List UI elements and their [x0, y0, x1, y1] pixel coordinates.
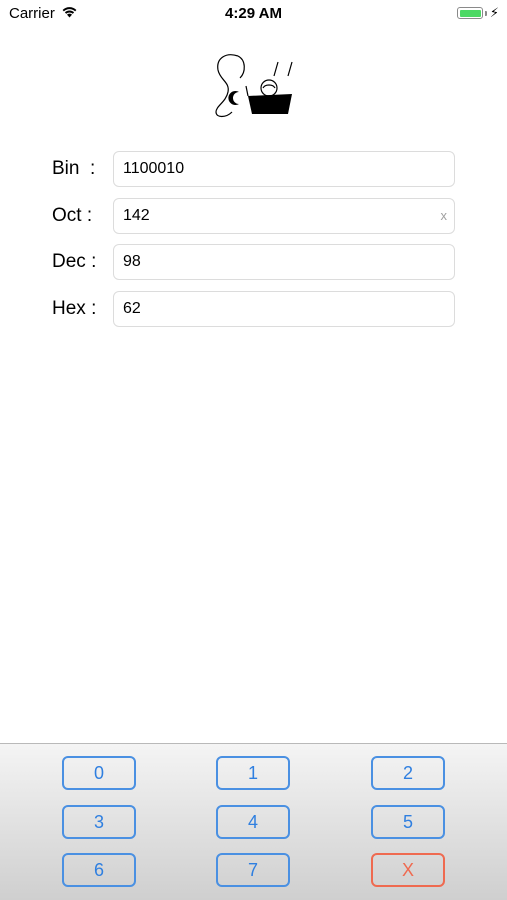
clear-button[interactable]: X: [371, 853, 445, 887]
bin-row: Bin : 1100010: [0, 151, 507, 187]
oct-label: Oct :: [52, 205, 93, 226]
battery-icon: [457, 7, 483, 19]
key-2[interactable]: 2: [371, 756, 445, 790]
bin-label: Bin :: [52, 158, 96, 179]
key-4[interactable]: 4: [216, 805, 290, 839]
clear-field-button[interactable]: x: [441, 208, 448, 223]
hex-value: 62: [123, 300, 141, 317]
bin-input[interactable]: 1100010: [113, 151, 455, 187]
hex-label: Hex :: [52, 298, 97, 319]
app-logo: [212, 50, 296, 120]
battery-cap: [485, 11, 487, 16]
charging-icon: ⚡: [489, 5, 499, 20]
key-3[interactable]: 3: [62, 805, 136, 839]
key-7[interactable]: 7: [216, 853, 290, 887]
status-bar: Carrier 4:29 AM ⚡: [0, 0, 507, 28]
key-1[interactable]: 1: [216, 756, 290, 790]
key-0[interactable]: 0: [62, 756, 136, 790]
battery-level: [459, 9, 481, 17]
dec-value: 98: [123, 253, 141, 270]
oct-input[interactable]: 142 x: [113, 198, 455, 234]
oct-row: Oct : 142 x: [0, 198, 507, 234]
oct-value: 142: [123, 207, 150, 224]
key-5[interactable]: 5: [371, 805, 445, 839]
hex-row: Hex : 62: [0, 291, 507, 327]
key-6[interactable]: 6: [62, 853, 136, 887]
hex-input[interactable]: 62: [113, 291, 455, 327]
keypad: 0 1 2 3 4 5 6 7 X: [0, 743, 507, 900]
dec-row: Dec : 98: [0, 244, 507, 280]
bin-value: 1100010: [123, 160, 185, 177]
dec-input[interactable]: 98: [113, 244, 455, 280]
clock: 4:29 AM: [225, 5, 282, 22]
dec-label: Dec :: [52, 251, 97, 272]
